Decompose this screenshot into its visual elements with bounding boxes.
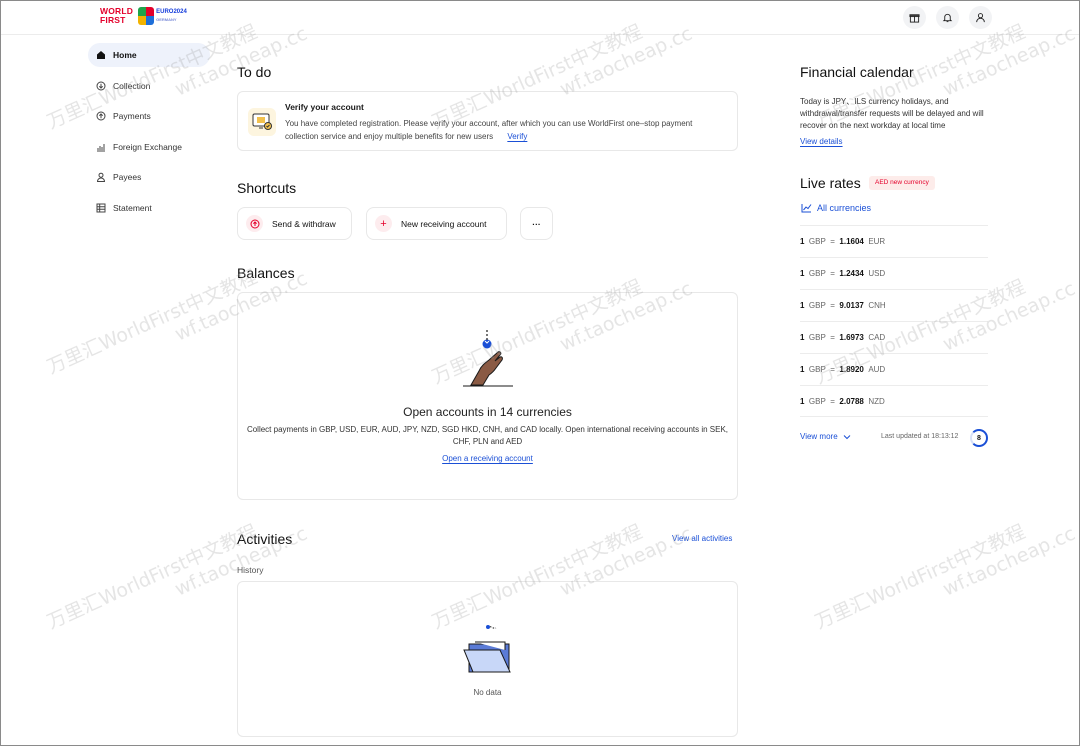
more-shortcuts-button[interactable]: ··· xyxy=(520,207,553,240)
todo-heading: To do xyxy=(237,64,272,80)
sidebar-item-payments[interactable]: Payments xyxy=(88,104,210,128)
chart-icon xyxy=(97,143,105,152)
hand-catching-coin-icon xyxy=(463,330,513,387)
rate-row: 1 GBP = 2.0788 NZD xyxy=(800,385,988,417)
send-withdraw-label: Send & withdraw xyxy=(272,218,336,229)
empty-folder-icon xyxy=(463,625,511,673)
open-receiving-account-link[interactable]: Open a receiving account xyxy=(442,454,533,463)
balances-description-line-2: CHF, PLN and AED xyxy=(452,437,523,446)
verify-account-icon xyxy=(248,108,276,136)
top-header: WORLD FIRST EURO2024 GERMANY xyxy=(1,1,1079,35)
last-updated-text: Last updated at 18:13:12 xyxy=(881,433,959,440)
balances-description-line-1: Collect payments in GBP, USD, EUR, AUD, … xyxy=(246,425,729,434)
refresh-countdown[interactable]: 8 xyxy=(970,429,988,447)
payments-icon xyxy=(96,111,106,121)
sidebar-item-label: Payments xyxy=(113,111,151,122)
balances-card: Open accounts in 14 currencies Collect p… xyxy=(237,292,738,500)
history-card: No data xyxy=(237,581,738,737)
app-window: WORLD FIRST EURO2024 GERMANY Home Collec… xyxy=(0,0,1080,746)
sidebar-item-label: Home xyxy=(113,50,137,60)
sidebar-item-statement[interactable]: Statement xyxy=(88,196,210,220)
collection-icon xyxy=(96,81,106,91)
verify-link[interactable]: Verify xyxy=(507,132,527,141)
trend-icon xyxy=(801,204,812,213)
gift-button[interactable] xyxy=(903,6,926,29)
sidebar-item-home[interactable]: Home xyxy=(88,43,210,67)
history-label: History xyxy=(237,565,264,575)
view-details-link[interactable]: View details xyxy=(800,137,843,146)
sidebar-item-collection[interactable]: Collection xyxy=(88,74,210,98)
all-currencies-label: All currencies xyxy=(817,203,872,213)
logo-line-2: FIRST xyxy=(100,15,126,25)
rate-row: 1 GBP = 1.2434 USD xyxy=(800,257,988,289)
rate-row: 1 GBP = 9.0137 CNH xyxy=(800,289,988,321)
person-icon xyxy=(96,173,106,183)
view-more-button[interactable]: View more xyxy=(800,432,851,441)
shortcuts-heading: Shortcuts xyxy=(237,180,297,196)
statement-icon xyxy=(96,203,106,213)
rate-row: 1 GBP = 1.6973 CAD xyxy=(800,321,988,353)
sidebar-item-label: Collection xyxy=(113,80,151,91)
sidebar-item-payees[interactable]: Payees xyxy=(88,165,210,189)
euro-line-1: EURO2024 xyxy=(156,9,187,15)
view-all-activities-link[interactable]: View all activities xyxy=(672,534,732,543)
todo-item-title: Verify your account xyxy=(285,102,364,112)
gift-icon xyxy=(909,14,920,23)
profile-button[interactable] xyxy=(969,6,992,29)
worldfirst-logo[interactable]: WORLD FIRST EURO2024 GERMANY xyxy=(100,7,187,25)
euro-line-2: GERMANY xyxy=(156,17,177,22)
verify-account-card: Verify your account You have completed r… xyxy=(237,91,738,151)
all-currencies-link[interactable]: All currencies xyxy=(801,203,871,213)
chevron-down-icon xyxy=(843,434,851,439)
more-icon: ··· xyxy=(532,218,541,229)
no-data-text: No data xyxy=(473,688,502,697)
watermark: 万里汇WorldFirst中文教程 wf.taocheap.cc xyxy=(811,520,1079,634)
user-icon xyxy=(976,13,985,23)
live-rates-heading: Live rates xyxy=(800,175,861,191)
sidebar-item-label: Statement xyxy=(113,202,152,213)
aed-new-currency-badge: AED new currency xyxy=(869,176,935,190)
sidebar-item-label: Foreign Exchange xyxy=(113,141,182,152)
financial-calendar-text: Today is JPY、ILS currency holidays, and … xyxy=(800,97,984,130)
send-withdraw-button[interactable]: Send & withdraw xyxy=(237,207,352,240)
balances-heading: Balances xyxy=(237,265,295,281)
plus-icon: + xyxy=(375,215,392,232)
home-icon xyxy=(97,51,105,59)
new-receiving-account-button[interactable]: + New receiving account xyxy=(366,207,507,240)
view-more-label: View more xyxy=(800,432,838,441)
send-withdraw-icon xyxy=(246,215,263,232)
todo-item-description: You have completed registration. Please … xyxy=(285,119,693,141)
euro-emblem-icon xyxy=(138,7,155,25)
new-receiving-account-label: New receiving account xyxy=(401,218,487,229)
rate-row: 1 GBP = 1.1604 EUR xyxy=(800,225,988,257)
balances-headline: Open accounts in 14 currencies xyxy=(403,405,572,419)
bell-icon xyxy=(942,13,953,23)
notifications-button[interactable] xyxy=(936,6,959,29)
euro2024-logo: EURO2024 GERMANY xyxy=(138,7,187,25)
financial-calendar-heading: Financial calendar xyxy=(800,64,914,80)
sidebar-nav: Home Collection Payments Foreign Exchang… xyxy=(88,43,210,227)
activities-heading: Activities xyxy=(237,531,293,547)
rate-row: 1 GBP = 1.8920 AUD xyxy=(800,353,988,385)
sidebar-item-foreign-exchange[interactable]: Foreign Exchange xyxy=(88,135,210,159)
sidebar-item-label: Payees xyxy=(113,172,142,183)
